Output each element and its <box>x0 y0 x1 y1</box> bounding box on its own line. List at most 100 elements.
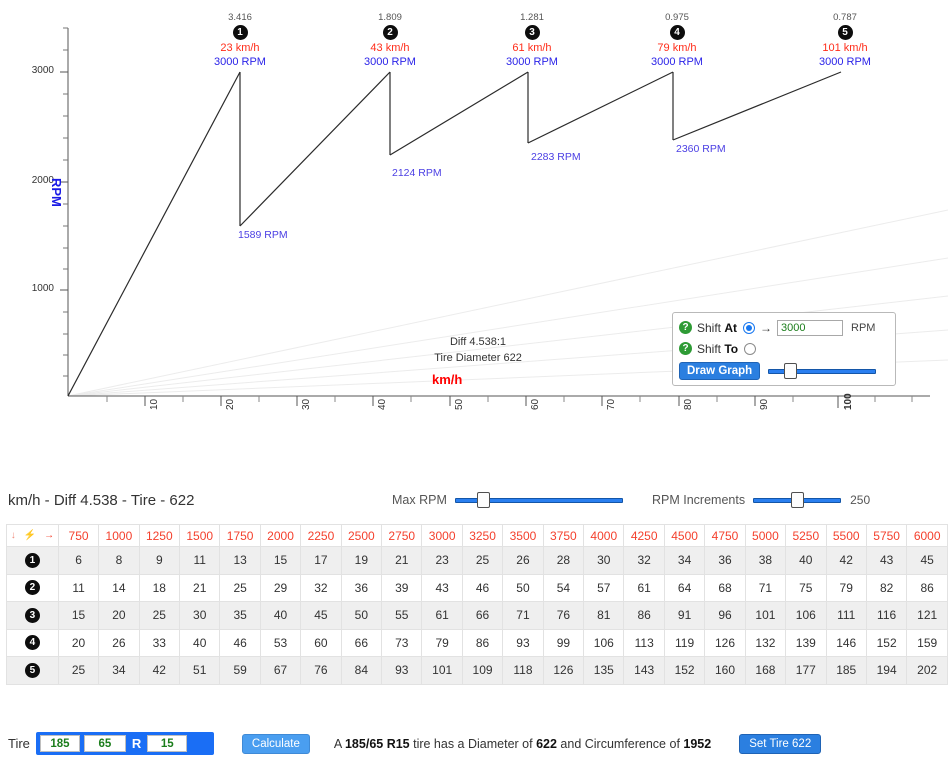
table-cell: 34 <box>98 656 140 685</box>
table-header-rpm-6000: 6000 <box>906 524 948 547</box>
shift-to-label: Shift To <box>697 342 738 356</box>
gear-rpm-label: 3000 RPM <box>214 56 266 68</box>
gear-number-badge: 3 <box>24 607 40 623</box>
gear-number-badge: 1 <box>232 25 248 40</box>
tire-rim-input[interactable] <box>147 735 188 752</box>
table-cell: 66 <box>340 628 383 657</box>
shift-to-row: ? Shift To <box>679 338 889 359</box>
table-cell: 168 <box>744 656 787 685</box>
gear-number-badge: 5 <box>837 25 853 40</box>
table-cell: 73 <box>381 628 423 657</box>
max-rpm-label: Max RPM <box>392 493 447 507</box>
draw-graph-button[interactable]: Draw Graph <box>679 362 761 380</box>
shift-rpm-slider[interactable] <box>768 363 877 379</box>
table-header-rpm-5000: 5000 <box>744 524 787 547</box>
table-header-rpm-5750: 5750 <box>865 524 908 547</box>
table-cell: 17 <box>300 546 342 575</box>
table-cell: 119 <box>663 628 706 657</box>
table-cell: 118 <box>502 656 544 685</box>
gear-number-badge: 4 <box>24 635 40 651</box>
table-cell: 55 <box>381 601 423 630</box>
table-row: 5 25 34 42 51 59 67 76 84 93 101 109 118 126 135 143 152… <box>6 656 948 685</box>
gear-number-badge: 1 <box>24 552 40 568</box>
shift-to-radio[interactable] <box>744 342 757 355</box>
table-cell: 71 <box>502 601 544 630</box>
table-cell: 50 <box>502 573 544 602</box>
result-circumference: 1952 <box>683 736 712 751</box>
shift-at-radio[interactable] <box>743 321 756 334</box>
gear-marker-4: 0.975 4 79 km/h 3000 RPM <box>617 12 737 69</box>
table-cell: 36 <box>704 546 746 575</box>
set-tire-button[interactable]: Set Tire 622 <box>739 733 822 754</box>
arrow-right-icon: → <box>44 529 55 541</box>
x-tick-label: 90 <box>759 398 770 410</box>
table-cell: 160 <box>704 656 746 685</box>
table-cell: 45 <box>906 546 948 575</box>
table-cell: 202 <box>906 656 948 685</box>
calculate-button[interactable]: Calculate <box>241 733 310 754</box>
table-cell: 30 <box>583 546 625 575</box>
max-rpm-control: Max RPM <box>392 492 623 508</box>
x-tick-label: 60 <box>530 398 541 410</box>
table-body: 1 6 8 9 11 13 15 17 19 21 23 25 26 28 30 32 34 36 38 40 42 43… <box>6 546 948 685</box>
table-cell: 21 <box>381 546 423 575</box>
slider-thumb[interactable] <box>791 492 805 508</box>
y-tick-label: 2000 <box>31 175 54 186</box>
table-header-rpm-3750: 3750 <box>542 524 585 547</box>
gear-speed-label: 79 km/h <box>657 42 697 54</box>
tire-profile-input[interactable] <box>83 735 126 752</box>
rpm-speed-graph: 3000 2000 1000 10 20 30 40 50 60 70 80 9… <box>0 0 948 448</box>
table-row: 2 11 14 18 21 25 29 32 36 39 43 46 50 54 57 61 64 68 71 75 7… <box>6 573 948 602</box>
x-tick-label: 20 <box>225 398 236 410</box>
x-tick-label: 70 <box>606 398 617 410</box>
table-cell: 14 <box>98 573 140 602</box>
gear-speed-label: 101 km/h <box>822 42 868 54</box>
tire-size-inputs: R <box>35 732 214 755</box>
slider-thumb[interactable] <box>784 363 798 379</box>
table-cell: 79 <box>825 573 867 602</box>
table-row-gear-cell: 1 <box>6 546 59 575</box>
rpm-increments-label: RPM Increments <box>652 493 746 507</box>
help-icon[interactable]: ? <box>679 321 692 334</box>
shift-rpm-input[interactable] <box>777 319 844 336</box>
rpm-increments-value: 250 <box>850 493 871 507</box>
tire-calculator-row: Tire R Calculate A 185/65 R15 tire has a… <box>8 732 822 755</box>
result-mid: tire has a Diameter of <box>409 736 537 751</box>
table-cell: 40 <box>259 601 302 630</box>
max-rpm-slider[interactable] <box>454 492 623 508</box>
rpm-increments-control: RPM Increments 250 <box>652 492 870 508</box>
help-icon[interactable]: ? <box>679 342 692 355</box>
tire-width-input[interactable] <box>39 735 80 752</box>
hdr-icon-group: ↓ ⚡ → <box>8 529 57 541</box>
table-cell: 101 <box>421 656 463 685</box>
gear-marker-1: 3.416 1 23 km/h 3000 RPM <box>180 12 300 69</box>
table-cell: 126 <box>542 656 585 685</box>
rpm-increments-slider[interactable] <box>753 492 842 508</box>
table-cell: 11 <box>57 573 100 602</box>
table-header-rpm-2250: 2250 <box>300 524 342 547</box>
table-cell: 21 <box>179 573 221 602</box>
gear-ratio-label: 0.787 <box>833 12 857 23</box>
gear-speed-label: 61 km/h <box>512 42 552 54</box>
table-cell: 34 <box>663 546 706 575</box>
table-cell: 25 <box>138 601 181 630</box>
table-cell: 43 <box>865 546 908 575</box>
x-tick-label: 80 <box>683 398 694 410</box>
table-cell: 111 <box>825 601 867 630</box>
table-cell: 93 <box>381 656 423 685</box>
gear-rpm-label: 3000 RPM <box>651 56 703 68</box>
tire-result-text: A 185/65 R15 tire has a Diameter of 622 … <box>334 737 711 751</box>
table-header-rpm-5250: 5250 <box>785 524 827 547</box>
table-cell: 109 <box>461 656 504 685</box>
gear-speed-label: 43 km/h <box>370 42 410 54</box>
table-cell: 33 <box>138 628 181 657</box>
table-header-rpm-1250: 1250 <box>138 524 181 547</box>
table-cell: 35 <box>219 601 261 630</box>
table-header-rpm-1750: 1750 <box>219 524 261 547</box>
table-cell: 106 <box>785 601 827 630</box>
table-cell: 39 <box>381 573 423 602</box>
table-header-rpm-1000: 1000 <box>98 524 140 547</box>
table-cell: 116 <box>865 601 908 630</box>
gear-marker-2: 1.809 2 43 km/h 3000 RPM <box>330 12 450 69</box>
slider-thumb[interactable] <box>476 492 490 508</box>
